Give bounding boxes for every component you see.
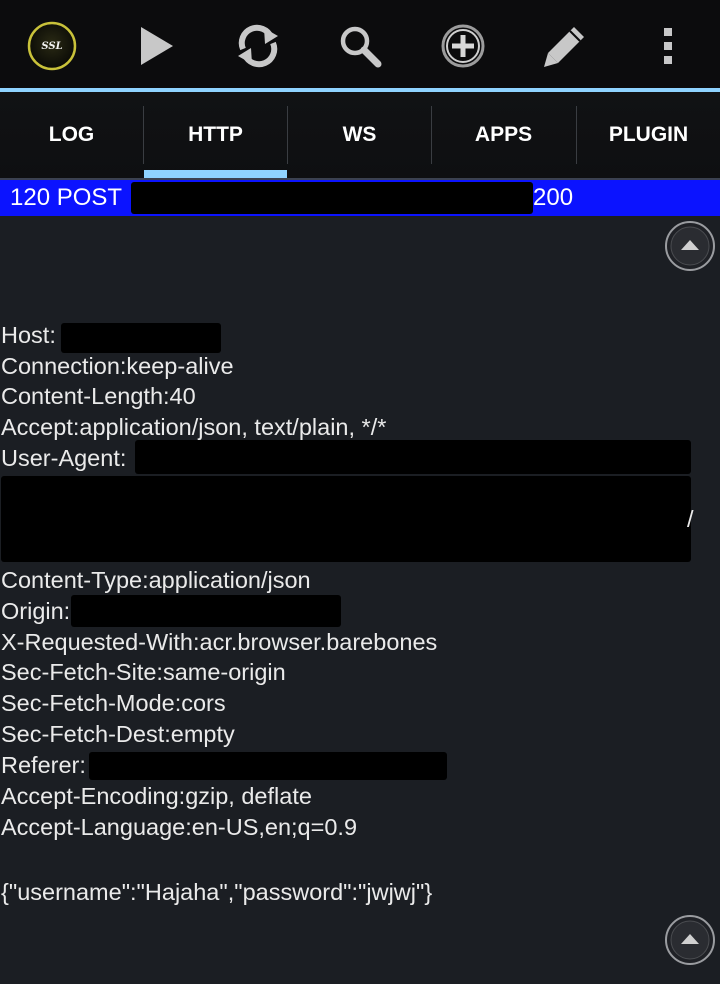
header-accept: Accept:application/json, text/plain, */*: [1, 414, 387, 440]
header-content-type: Content-Type:application/json: [1, 567, 311, 593]
ssl-badge-label: SSL: [41, 40, 63, 52]
refresh-icon: [238, 24, 278, 68]
header-accept-encoding: Accept-Encoding:gzip, deflate: [1, 783, 312, 809]
add-button[interactable]: [431, 14, 495, 78]
tab-http[interactable]: HTTP: [144, 92, 287, 178]
tab-apps[interactable]: APPS: [432, 92, 575, 178]
request-id-method: 120 POST: [10, 184, 123, 211]
add-circle-icon: [441, 24, 485, 68]
redacted-referer: [89, 752, 447, 780]
header-sec-fetch-mode: Sec-Fetch-Mode:cors: [1, 690, 226, 716]
ssl-button[interactable]: SSL: [20, 14, 84, 78]
redacted-user-agent-cont: [1, 476, 691, 562]
tab-bar: LOG HTTP WS APPS PLUGIN: [0, 92, 720, 178]
request-body: {"username":"Hajaha","password":"jwjwj"}: [1, 879, 433, 905]
header-x-requested-with: X-Requested-With:acr.browser.barebones: [1, 629, 438, 655]
play-icon: [141, 27, 173, 65]
more-vert-icon: [664, 28, 672, 64]
tab-plugin[interactable]: PLUGIN: [577, 92, 720, 178]
header-user-agent: User-Agent:: [1, 445, 127, 471]
chevron-up-circle-icon: [665, 915, 715, 965]
refresh-button[interactable]: [226, 14, 290, 78]
redacted-user-agent: [135, 440, 691, 474]
chevron-up-circle-icon: [665, 221, 715, 271]
header-sec-fetch-site: Sec-Fetch-Site:same-origin: [1, 659, 286, 685]
redacted-host: [61, 323, 221, 353]
header-origin: Origin:: [1, 598, 71, 624]
overflow-menu-button[interactable]: [636, 14, 700, 78]
header-host: Host:: [1, 322, 56, 348]
search-button[interactable]: [328, 14, 392, 78]
header-referer: Referer:: [1, 752, 86, 778]
header-connection: Connection:keep-alive: [1, 353, 234, 379]
edit-button[interactable]: [533, 14, 597, 78]
redacted-url: [131, 182, 533, 214]
tab-ws[interactable]: WS: [288, 92, 431, 178]
header-sec-fetch-dest: Sec-Fetch-Dest:empty: [1, 721, 235, 747]
scroll-up-button-bottom[interactable]: [664, 914, 716, 966]
redacted-origin: [71, 595, 341, 627]
selected-request-row[interactable]: 120 POST 200: [0, 180, 720, 216]
header-content-length: Content-Length:40: [1, 383, 196, 409]
tab-log[interactable]: LOG: [0, 92, 143, 178]
scroll-up-button[interactable]: [664, 220, 716, 272]
pencil-icon: [544, 27, 584, 67]
toolbar: SSL: [0, 0, 720, 88]
start-capture-button[interactable]: [123, 14, 187, 78]
active-tab-indicator: [144, 170, 287, 178]
request-status-code: 200: [533, 184, 574, 211]
header-accept-language: Accept-Language:en-US,en;q=0.9: [1, 814, 358, 840]
user-agent-tail: /: [687, 506, 694, 532]
search-icon: [340, 26, 382, 68]
